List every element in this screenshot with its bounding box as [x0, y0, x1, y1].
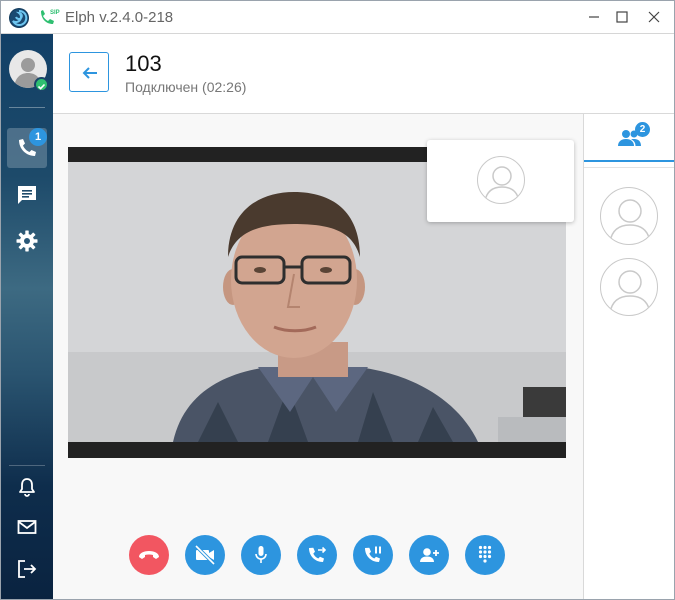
online-status-icon: [34, 77, 49, 92]
title-bar: SIP Elph v.2.4.0-218: [1, 1, 674, 34]
call-hold-icon: [365, 546, 381, 562]
sip-phone-icon: SIP: [37, 7, 61, 27]
call-header: 103 Подключен (02:26): [53, 34, 674, 114]
participant-avatar[interactable]: [600, 187, 658, 245]
app-logo-icon: [9, 8, 29, 28]
logout-icon: [18, 560, 37, 578]
self-preview[interactable]: [427, 140, 574, 222]
sidebar-item-chat[interactable]: [7, 175, 47, 215]
calls-count-badge: 1: [29, 128, 47, 146]
bell-icon: [19, 478, 35, 497]
window-title: Elph v.2.4.0-218: [65, 9, 174, 26]
app-window: SIP Elph v.2.4.0-218 1 103 Подключен (02…: [0, 0, 675, 600]
participants-panel: 2: [583, 114, 674, 599]
transfer-button[interactable]: [297, 535, 337, 575]
svg-text:SIP: SIP: [50, 10, 60, 16]
back-button[interactable]: [69, 52, 109, 92]
sidebar-divider: [9, 107, 45, 108]
panel-divider: [584, 167, 674, 168]
video-toggle-button[interactable]: [185, 535, 225, 575]
arrow-left-icon: [82, 67, 97, 79]
call-number: 103: [125, 51, 162, 76]
chat-icon: [18, 186, 36, 204]
microphone-icon: [255, 546, 267, 563]
gear-icon: [16, 230, 38, 252]
person-icon: [609, 199, 651, 243]
hold-button[interactable]: [353, 535, 393, 575]
maximize-button[interactable]: [609, 6, 635, 28]
microphone-button[interactable]: [241, 535, 281, 575]
participants-count-badge: 2: [635, 122, 650, 137]
mail-icon: [17, 520, 37, 534]
sidebar: 1: [1, 34, 53, 599]
sidebar-item-settings[interactable]: [7, 221, 47, 261]
notifications-button[interactable]: [15, 475, 39, 499]
phone-hangup-icon: [139, 551, 159, 559]
video-off-icon: [194, 544, 216, 566]
dialpad-button[interactable]: [465, 535, 505, 575]
participant-avatar[interactable]: [600, 258, 658, 316]
close-button[interactable]: [641, 6, 667, 28]
mail-button[interactable]: [15, 515, 39, 539]
call-transfer-icon: [309, 546, 327, 562]
person-icon: [609, 270, 651, 314]
minimize-button[interactable]: [581, 6, 607, 28]
logout-button[interactable]: [15, 557, 39, 581]
sidebar-divider-bottom: [9, 465, 45, 466]
hangup-button[interactable]: [129, 535, 169, 575]
call-status: Подключен (02:26): [125, 79, 247, 95]
tab-participants[interactable]: [584, 114, 674, 162]
add-person-icon: [420, 548, 439, 562]
add-participant-button[interactable]: [409, 535, 449, 575]
dialpad-icon: [478, 545, 492, 563]
self-avatar-icon: [477, 156, 525, 204]
